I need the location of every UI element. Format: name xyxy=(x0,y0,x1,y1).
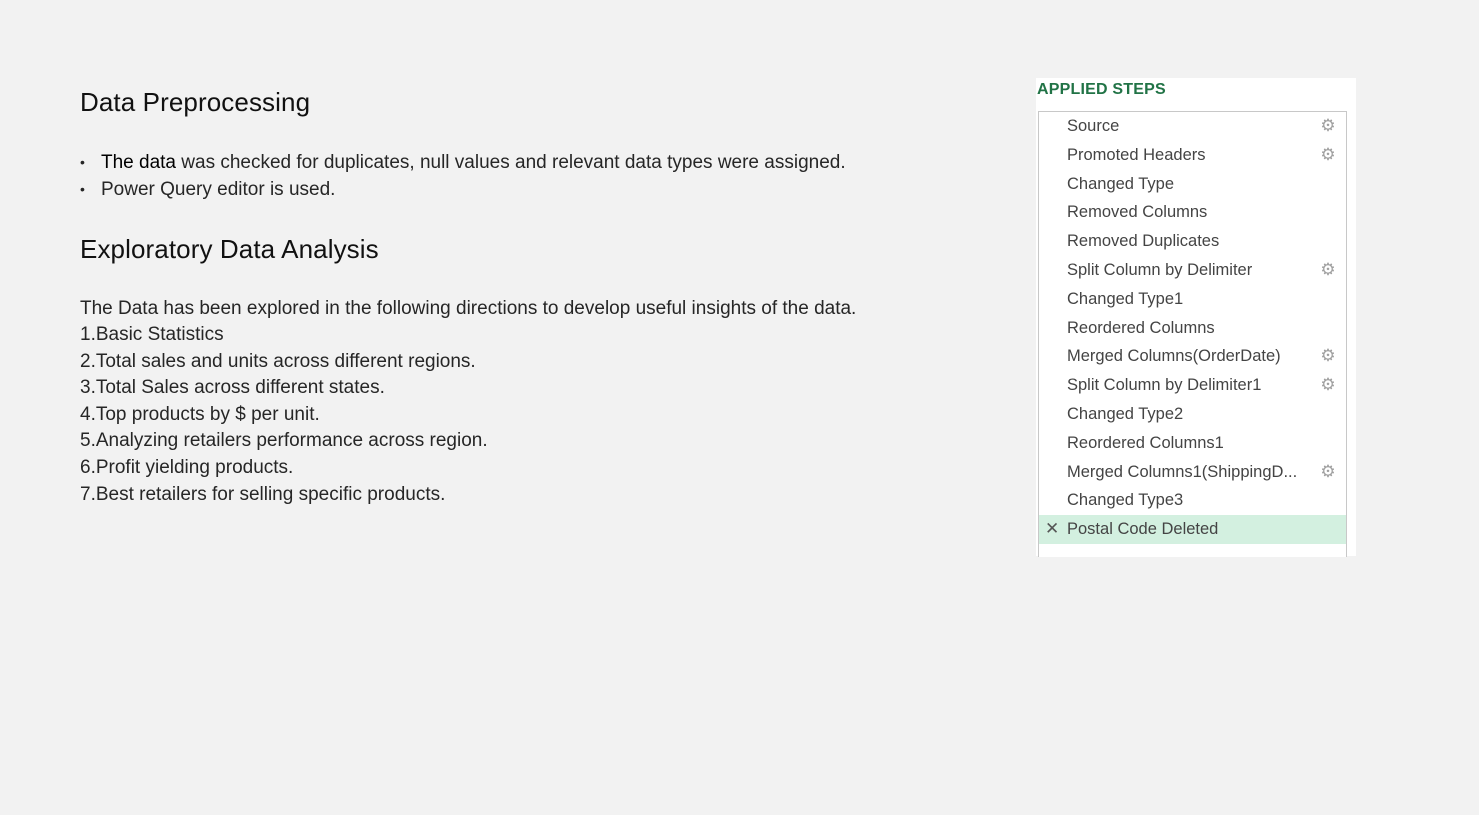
gear-icon[interactable]: ⚙ xyxy=(1318,112,1338,141)
applied-steps-title: APPLIED STEPS xyxy=(1037,81,1166,98)
applied-step-label: Removed Duplicates xyxy=(1067,232,1220,251)
list-item: 3.Total Sales across different states. xyxy=(80,377,385,399)
gear-icon[interactable]: ⚙ xyxy=(1318,141,1338,170)
applied-step-item[interactable]: Changed Type1 xyxy=(1039,285,1346,314)
applied-step-item[interactable]: Removed Columns xyxy=(1039,198,1346,227)
slide-text-content: Data Preprocessing • The data was checke… xyxy=(80,84,980,508)
applied-step-label: Split Column by Delimiter1 xyxy=(1067,376,1262,395)
applied-step-label: Removed Columns xyxy=(1067,203,1208,222)
gear-icon[interactable]: ⚙ xyxy=(1318,342,1338,371)
applied-step-item[interactable]: Removed Duplicates xyxy=(1039,227,1346,256)
bullet-item: • Power Query editor is used. xyxy=(80,176,980,203)
applied-step-label: Merged Columns(OrderDate) xyxy=(1067,347,1281,366)
gear-icon[interactable]: ⚙ xyxy=(1318,458,1338,487)
list-item: 6.Profit yielding products. xyxy=(80,456,294,478)
applied-step-item[interactable]: Changed Type xyxy=(1039,170,1346,199)
applied-step-label: Reordered Columns xyxy=(1067,318,1215,337)
applied-steps-panel: APPLIED STEPS Source ⚙ Promoted Headers ⚙ Ch… xyxy=(1036,78,1356,557)
list-item: 2.Total sales and units across different… xyxy=(80,350,476,372)
applied-step-item[interactable]: Changed Type2 xyxy=(1039,400,1346,429)
list-item: 4.Top products by $ per unit. xyxy=(80,403,320,425)
applied-step-item[interactable]: ✕ Postal Code Deleted xyxy=(1039,515,1346,544)
list-item: 5.Analyzing retailers performance across… xyxy=(80,430,488,452)
applied-step-item[interactable]: Reordered Columns xyxy=(1039,314,1346,343)
applied-step-item[interactable]: Promoted Headers ⚙ xyxy=(1039,141,1346,170)
preprocessing-bullet-list: • The data was checked for duplicates, n… xyxy=(80,149,980,203)
eda-intro-text: The Data has been explored in the follow… xyxy=(80,298,857,319)
section-title-data-preprocessing: Data Preprocessing xyxy=(80,87,311,117)
applied-step-item[interactable]: Merged Columns(OrderDate) ⚙ xyxy=(1039,342,1346,371)
bullet-dot: • xyxy=(80,181,85,197)
bullet-text: Power Query editor is used. xyxy=(101,179,336,200)
applied-step-label: Changed Type3 xyxy=(1067,491,1184,510)
applied-steps-list: Source ⚙ Promoted Headers ⚙ Changed Type Remo… xyxy=(1038,111,1347,557)
applied-step-label: Postal Code Deleted xyxy=(1067,520,1219,539)
gear-icon[interactable]: ⚙ xyxy=(1318,371,1338,400)
section-title-eda: Exploratory Data Analysis xyxy=(80,234,379,264)
applied-step-item[interactable]: Reordered Columns1 xyxy=(1039,429,1346,458)
bullet-item: • The data was checked for duplicates, n… xyxy=(80,149,980,176)
applied-step-label: Promoted Headers xyxy=(1067,145,1206,164)
applied-step-label: Reordered Columns1 xyxy=(1067,433,1224,452)
applied-step-item[interactable]: Split Column by Delimiter ⚙ xyxy=(1039,256,1346,285)
applied-step-item[interactable]: Split Column by Delimiter1 ⚙ xyxy=(1039,371,1346,400)
applied-step-label: Merged Columns1(ShippingD... xyxy=(1067,462,1298,481)
bullet-text: was checked for duplicates, null values … xyxy=(176,152,846,173)
close-icon[interactable]: ✕ xyxy=(1045,515,1059,544)
applied-step-item[interactable]: Changed Type3 xyxy=(1039,486,1346,515)
applied-step-item[interactable]: Source ⚙ xyxy=(1039,112,1346,141)
applied-step-label: Source xyxy=(1067,117,1120,135)
bullet-lead-text: The data xyxy=(101,152,176,173)
gear-icon[interactable]: ⚙ xyxy=(1318,256,1338,285)
list-item: 7.Best retailers for selling specific pr… xyxy=(80,483,446,505)
list-item: 1.Basic Statistics xyxy=(80,324,224,345)
applied-step-label: Changed Type1 xyxy=(1067,289,1184,308)
applied-step-label: Split Column by Delimiter xyxy=(1067,260,1253,279)
eda-directions-list: 1.Basic Statistics 2.Total sales and uni… xyxy=(80,322,980,508)
applied-step-label: Changed Type2 xyxy=(1067,404,1184,423)
applied-step-label: Changed Type xyxy=(1067,174,1175,193)
bullet-dot: • xyxy=(80,154,85,170)
applied-step-item[interactable]: Merged Columns1(ShippingD... ⚙ xyxy=(1039,458,1346,487)
